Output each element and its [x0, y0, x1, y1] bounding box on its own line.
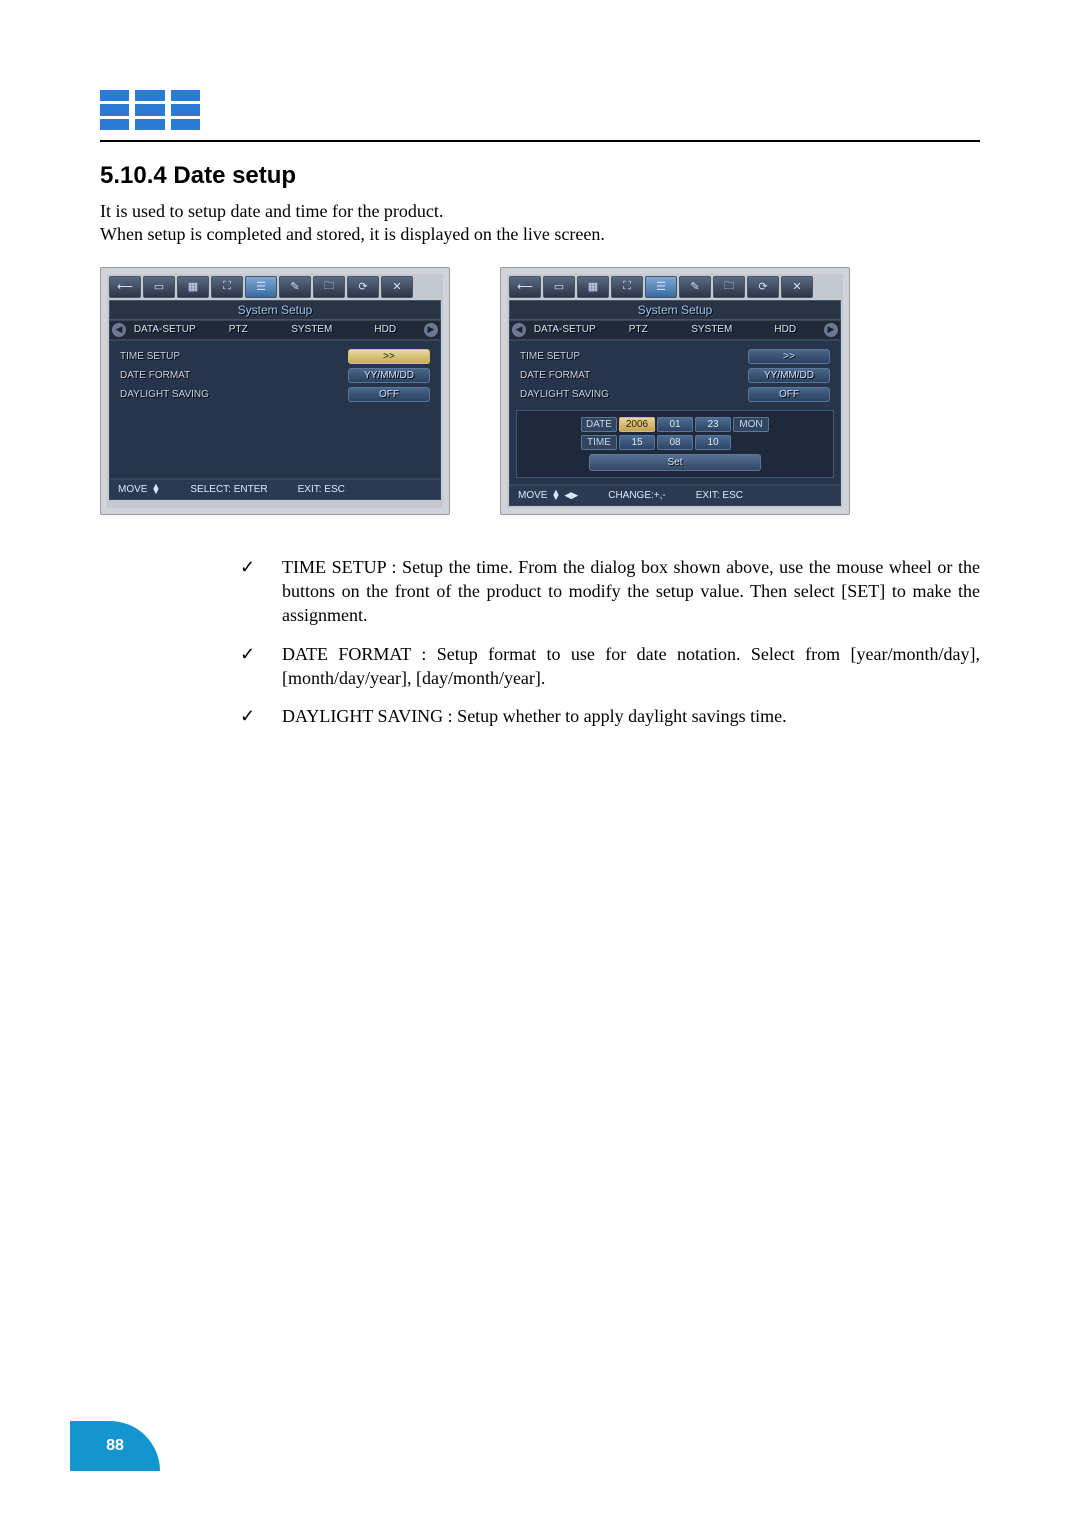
tab-data-setup[interactable]: DATA-SETUP — [128, 322, 202, 337]
row-label: DATE FORMAT — [120, 370, 190, 381]
tab-next-icon[interactable]: ▶ — [424, 323, 438, 337]
tab-system[interactable]: SYSTEM — [675, 322, 749, 337]
bullet-daylight-saving: DAYLIGHT SAVING : Setup whether to apply… — [240, 704, 980, 728]
window-title: System Setup — [509, 300, 841, 320]
tool-icon[interactable]: ⟵ — [509, 276, 541, 298]
toolbar: ⟵ ▭ ▦ ⛶ ☰ ✎ 🗀 ⟳ ✕ — [109, 276, 441, 298]
row-value[interactable]: >> — [348, 349, 430, 364]
time-second[interactable]: 10 — [695, 435, 731, 450]
tool-icon[interactable]: ▭ — [143, 276, 175, 298]
date-row: DATE 2006 01 23 MON — [521, 417, 829, 432]
arrow-updown-icon: ▲▼ — [151, 484, 160, 495]
tab-bar: ◀ DATA-SETUP PTZ SYSTEM HDD ▶ — [509, 320, 841, 340]
tool-icon[interactable]: ☰ — [645, 276, 677, 298]
section-heading: 5.10.4 Date setup — [100, 162, 980, 190]
row-daylight-saving[interactable]: DAYLIGHT SAVING OFF — [516, 385, 834, 404]
datetime-panel: DATE 2006 01 23 MON TIME 15 08 10 . Set — [516, 410, 834, 478]
time-tag: TIME — [581, 435, 617, 450]
tab-prev-icon[interactable]: ◀ — [112, 323, 126, 337]
header-rule — [100, 140, 980, 142]
tab-next-icon[interactable]: ▶ — [824, 323, 838, 337]
tool-icon[interactable]: ⟵ — [109, 276, 141, 298]
tool-icon[interactable]: ⟳ — [747, 276, 779, 298]
tool-icon[interactable]: ✎ — [679, 276, 711, 298]
tool-icon[interactable]: ✎ — [279, 276, 311, 298]
row-date-format[interactable]: DATE FORMAT YY/MM/DD — [116, 366, 434, 385]
manual-page: 5.10.4 Date setup It is used to setup da… — [0, 0, 1080, 1526]
row-label: DAYLIGHT SAVING — [520, 389, 609, 400]
date-month[interactable]: 01 — [657, 417, 693, 432]
footer-move-label: MOVE — [518, 490, 547, 501]
tool-icon[interactable]: ▭ — [543, 276, 575, 298]
footer-exit: EXIT: ESC — [298, 484, 345, 495]
tab-hdd[interactable]: HDD — [349, 322, 423, 337]
page-number: 88 — [106, 1437, 124, 1455]
date-dow: MON — [733, 417, 769, 432]
tab-bar: ◀ DATA-SETUP PTZ SYSTEM HDD ▶ — [109, 320, 441, 340]
bullet-date-format: DATE FORMAT : Setup format to use for da… — [240, 642, 980, 691]
footer-move: MOVE ▲▼ ◀▶ — [518, 490, 578, 501]
tool-icon[interactable]: 🗀 — [313, 276, 345, 298]
tool-icon[interactable]: ☰ — [245, 276, 277, 298]
row-daylight-saving[interactable]: DAYLIGHT SAVING OFF — [116, 385, 434, 404]
tab-prev-icon[interactable]: ◀ — [512, 323, 526, 337]
tool-icon[interactable]: ▦ — [577, 276, 609, 298]
tab-hdd[interactable]: HDD — [749, 322, 823, 337]
intro-line-1: It is used to setup date and time for th… — [100, 201, 443, 221]
date-year[interactable]: 2006 — [619, 417, 655, 432]
row-label: TIME SETUP — [520, 351, 580, 362]
row-value[interactable]: YY/MM/DD — [748, 368, 830, 383]
close-icon[interactable]: ✕ — [381, 276, 413, 298]
tab-system[interactable]: SYSTEM — [275, 322, 349, 337]
row-time-setup[interactable]: TIME SETUP >> — [116, 347, 434, 366]
footer-exit: EXIT: ESC — [696, 490, 743, 501]
screenshot-right: ⟵ ▭ ▦ ⛶ ☰ ✎ 🗀 ⟳ ✕ System Setup ◀ DATA-SE… — [500, 267, 850, 515]
row-value[interactable]: OFF — [348, 387, 430, 402]
row-label: DATE FORMAT — [520, 370, 590, 381]
screenshot-left: ⟵ ▭ ▦ ⛶ ☰ ✎ 🗀 ⟳ ✕ System Setup ◀ DATA-SE… — [100, 267, 450, 515]
time-row: TIME 15 08 10 . — [521, 435, 829, 450]
row-value[interactable]: >> — [748, 349, 830, 364]
footer-select: SELECT: ENTER — [190, 484, 267, 495]
page-number-badge: 88 — [70, 1421, 160, 1471]
date-day[interactable]: 23 — [695, 417, 731, 432]
tab-data-setup[interactable]: DATA-SETUP — [528, 322, 602, 337]
row-label: DAYLIGHT SAVING — [120, 389, 209, 400]
close-icon[interactable]: ✕ — [781, 276, 813, 298]
tool-icon[interactable]: ▦ — [177, 276, 209, 298]
tool-icon[interactable]: 🗀 — [713, 276, 745, 298]
tool-icon[interactable]: ⟳ — [347, 276, 379, 298]
tab-ptz[interactable]: PTZ — [202, 322, 276, 337]
intro-paragraph: It is used to setup date and time for th… — [100, 200, 980, 247]
footer-move: MOVE ▲▼ — [118, 484, 160, 495]
bullet-time-setup: TIME SETUP : Setup the time. From the di… — [240, 555, 980, 628]
window-title: System Setup — [109, 300, 441, 320]
brand-logo — [100, 90, 200, 130]
set-button[interactable]: Set — [589, 454, 761, 471]
toolbar: ⟵ ▭ ▦ ⛶ ☰ ✎ 🗀 ⟳ ✕ — [509, 276, 841, 298]
footer-bar: MOVE ▲▼ ◀▶ CHANGE:+,- EXIT: ESC — [509, 485, 841, 506]
row-value[interactable]: YY/MM/DD — [348, 368, 430, 383]
footer-bar: MOVE ▲▼ SELECT: ENTER EXIT: ESC — [109, 479, 441, 500]
date-tag: DATE — [581, 417, 617, 432]
intro-line-2: When setup is completed and stored, it i… — [100, 224, 605, 244]
menu-body: TIME SETUP >> DATE FORMAT YY/MM/DD DAYLI… — [109, 340, 441, 479]
footer-change: CHANGE:+,- — [608, 490, 666, 501]
arrow-updown-icon: ▲▼ — [551, 490, 560, 501]
row-time-setup[interactable]: TIME SETUP >> — [516, 347, 834, 366]
tab-ptz[interactable]: PTZ — [602, 322, 676, 337]
bullet-list: TIME SETUP : Setup the time. From the di… — [200, 555, 980, 729]
row-date-format[interactable]: DATE FORMAT YY/MM/DD — [516, 366, 834, 385]
row-value[interactable]: OFF — [748, 387, 830, 402]
time-minute[interactable]: 08 — [657, 435, 693, 450]
screenshot-row: ⟵ ▭ ▦ ⛶ ☰ ✎ 🗀 ⟳ ✕ System Setup ◀ DATA-SE… — [100, 267, 980, 515]
time-hour[interactable]: 15 — [619, 435, 655, 450]
tool-icon[interactable]: ⛶ — [211, 276, 243, 298]
footer-move-label: MOVE — [118, 484, 147, 495]
menu-body: TIME SETUP >> DATE FORMAT YY/MM/DD DAYLI… — [509, 340, 841, 485]
row-label: TIME SETUP — [120, 351, 180, 362]
arrow-leftright-icon: ◀▶ — [564, 490, 578, 501]
tool-icon[interactable]: ⛶ — [611, 276, 643, 298]
